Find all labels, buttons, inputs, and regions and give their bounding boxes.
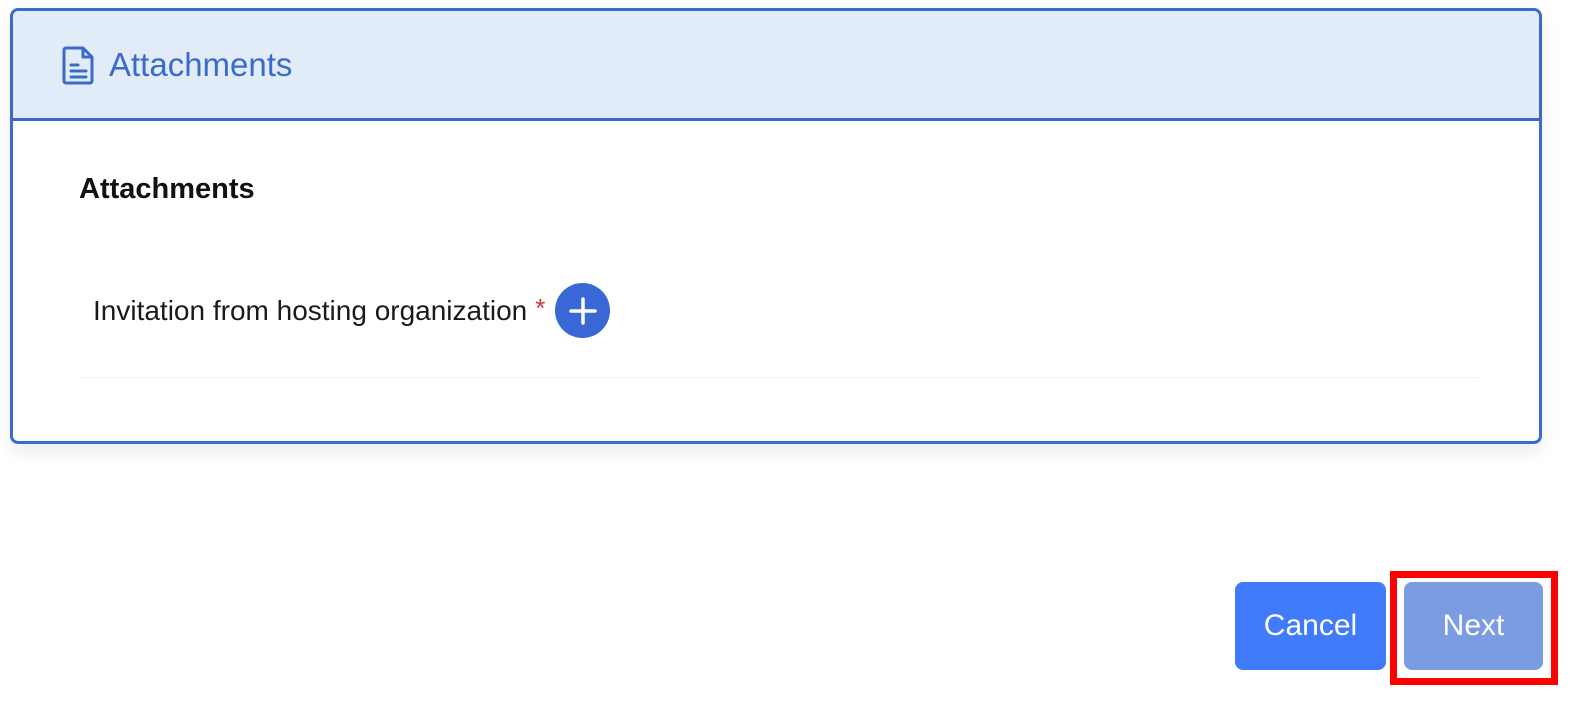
attachment-field-label: Invitation from hosting organization: [93, 294, 528, 326]
required-marker: *: [535, 293, 546, 323]
cancel-button[interactable]: Cancel: [1235, 582, 1386, 670]
field-divider: [79, 377, 1479, 378]
next-button[interactable]: Next: [1404, 582, 1543, 670]
section-title: Attachments: [79, 173, 255, 205]
document-icon: [61, 45, 97, 85]
attachment-field-row: Invitation from hosting organization *: [93, 283, 611, 338]
add-attachment-button[interactable]: [555, 283, 611, 338]
card-header-title: Attachments: [109, 46, 293, 83]
attachments-card: Attachments Attachments Invitation from …: [10, 8, 1542, 444]
card-header: Attachments: [13, 11, 1539, 121]
plus-icon: [569, 296, 597, 325]
